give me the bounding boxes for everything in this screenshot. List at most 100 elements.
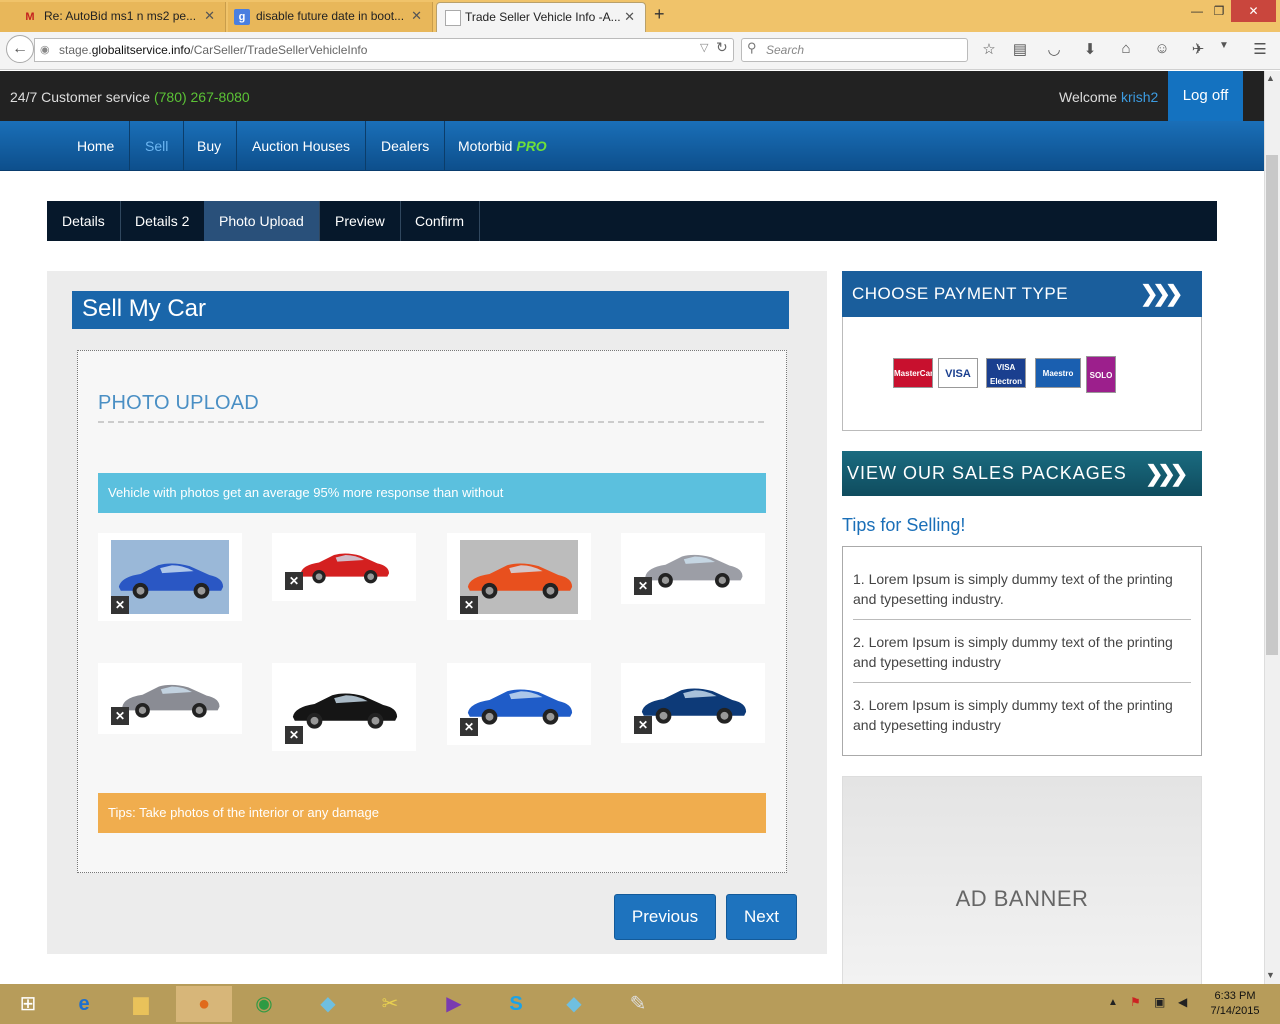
dropdown-icon[interactable]: ▼ xyxy=(1212,40,1236,60)
ad-banner[interactable] xyxy=(842,776,1202,986)
close-icon[interactable]: ✕ xyxy=(204,2,215,30)
scroll-down-icon[interactable]: ▼ xyxy=(1266,970,1275,980)
extension-icon[interactable]: ✈ xyxy=(1186,40,1210,60)
photo-card[interactable]: ✕ xyxy=(272,533,416,601)
tab-active[interactable]: Trade Seller Vehicle Info -A... ✕ xyxy=(436,2,646,32)
delete-photo-icon[interactable]: ✕ xyxy=(111,596,129,614)
motorbid-label: Motorbid xyxy=(458,138,513,154)
tab-google[interactable]: g disable future date in boot... ✕ xyxy=(228,2,433,32)
scrollbar-thumb[interactable] xyxy=(1266,155,1278,655)
step-photo-upload[interactable]: Photo Upload xyxy=(204,201,320,241)
welcome-text: Welcome krish2 xyxy=(1059,89,1158,105)
flag-icon[interactable]: ⚑ xyxy=(1130,995,1141,1009)
tray-arrow-icon[interactable]: ▲ xyxy=(1108,997,1118,1008)
step-details-2[interactable]: Details 2 xyxy=(120,201,206,241)
tips-title: Tips for Selling! xyxy=(842,515,966,535)
chat-icon[interactable]: ☺ xyxy=(1150,40,1174,60)
section-title: PHOTO UPLOAD xyxy=(98,392,259,414)
tip-item: 1. Lorem Ipsum is simply dummy text of t… xyxy=(853,571,1173,607)
divider xyxy=(853,682,1191,683)
system-clock[interactable]: 6:33 PM 7/14/2015 xyxy=(1200,989,1270,1019)
url-domain: globalitservice.info xyxy=(91,43,191,57)
search-input[interactable]: Search xyxy=(741,38,968,62)
tab-gmail[interactable]: M Re: AutoBid ms1 n ms2 pe... ✕ xyxy=(0,2,226,32)
gmail-icon: M xyxy=(25,11,35,23)
phone-number[interactable]: (780) 267-8080 xyxy=(154,89,250,105)
photo-card[interactable]: ✕ xyxy=(447,663,591,745)
photo-card[interactable]: ✕ xyxy=(98,663,242,734)
photo-card[interactable]: ✕ xyxy=(621,533,765,604)
packages-title: VIEW OUR SALES PACKAGES xyxy=(847,463,1127,483)
nav-dealers[interactable]: Dealers xyxy=(366,121,446,171)
network-icon[interactable]: ▣ xyxy=(1154,995,1165,1009)
scroll-up-icon[interactable]: ▲ xyxy=(1266,73,1275,83)
username-link[interactable]: krish2 xyxy=(1121,89,1158,105)
delete-photo-icon[interactable]: ✕ xyxy=(634,577,652,595)
photo-card[interactable]: ✕ xyxy=(621,663,765,743)
reload-icon[interactable]: ↻ xyxy=(716,39,728,56)
back-button[interactable]: ← xyxy=(6,35,34,63)
chevron-right-icon: ❯❯❯ xyxy=(1140,281,1183,306)
clock-time: 6:33 PM xyxy=(1214,990,1256,1002)
nav-sell[interactable]: Sell xyxy=(130,121,185,171)
delete-photo-icon[interactable]: ✕ xyxy=(285,572,303,590)
delete-photo-icon[interactable]: ✕ xyxy=(460,718,478,736)
photo-card[interactable]: ✕ xyxy=(447,533,591,620)
home-icon[interactable]: ⌂ xyxy=(1114,40,1138,60)
search-icon: ⚲ xyxy=(747,40,757,55)
tab-label: Re: AutoBid ms1 n ms2 pe... xyxy=(44,9,197,23)
delete-photo-icon[interactable]: ✕ xyxy=(285,726,303,744)
sales-packages-header[interactable]: VIEW OUR SALES PACKAGES ❯❯❯ xyxy=(842,451,1202,496)
payment-header[interactable]: CHOOSE PAYMENT TYPE ❯❯❯ xyxy=(842,271,1202,317)
firefox-icon[interactable]: ● xyxy=(176,986,232,1022)
reading-list-icon[interactable]: ▤ xyxy=(1008,40,1032,60)
chevron-down-icon[interactable]: ▽ xyxy=(700,41,708,54)
url-prefix: stage. xyxy=(59,43,92,57)
step-details[interactable]: Details xyxy=(47,201,121,241)
skype-icon[interactable]: S xyxy=(488,986,544,1022)
window-close-button[interactable]: ✕ xyxy=(1231,0,1276,22)
tip-item: 2. Lorem Ipsum is simply dummy text of t… xyxy=(853,634,1173,670)
visual-studio-icon[interactable]: ▶ xyxy=(426,986,482,1022)
url-bar[interactable]: stage.globalitservice.info/CarSeller/Tra… xyxy=(34,38,734,62)
chrome-icon[interactable]: ◉ xyxy=(236,986,292,1022)
nav-auction-houses[interactable]: Auction Houses xyxy=(237,121,367,171)
delete-photo-icon[interactable]: ✕ xyxy=(460,596,478,614)
download-icon[interactable]: ⬇ xyxy=(1078,40,1102,60)
delete-photo-icon[interactable]: ✕ xyxy=(634,716,652,734)
step-confirm[interactable]: Confirm xyxy=(400,201,481,241)
notepad-icon[interactable]: ◆ xyxy=(546,986,602,1022)
info-alert: Vehicle with photos get an average 95% m… xyxy=(98,473,766,513)
file-explorer-icon[interactable]: ▆ xyxy=(113,986,169,1022)
next-button[interactable]: Next xyxy=(726,894,797,940)
new-tab-button[interactable]: + xyxy=(654,4,665,25)
menu-icon[interactable]: ☰ xyxy=(1248,40,1272,60)
pocket-icon[interactable]: ◡ xyxy=(1042,40,1066,60)
notes-icon[interactable]: ◆ xyxy=(300,986,356,1022)
google-icon: g xyxy=(234,9,250,25)
photo-card[interactable]: ✕ xyxy=(272,663,416,751)
bookmark-star-icon[interactable]: ☆ xyxy=(977,40,1001,60)
nav-home[interactable]: Home xyxy=(62,121,131,171)
divider xyxy=(98,421,764,423)
ad-banner-label: AD BANNER xyxy=(955,886,1089,911)
logoff-button[interactable]: Log off xyxy=(1168,71,1243,121)
ie-icon[interactable]: e xyxy=(56,986,112,1022)
tools-icon[interactable]: ✂ xyxy=(362,986,418,1022)
close-icon[interactable]: ✕ xyxy=(411,2,422,30)
pro-label: PRO xyxy=(516,138,547,154)
previous-button[interactable]: Previous xyxy=(614,894,716,940)
windows-start-icon[interactable]: ⊞ xyxy=(0,986,56,1022)
paint-icon[interactable]: ✎ xyxy=(610,986,666,1022)
volume-icon[interactable]: ◀ xyxy=(1178,995,1187,1009)
nav-buy[interactable]: Buy xyxy=(182,121,238,171)
page-icon xyxy=(445,10,461,26)
delete-photo-icon[interactable]: ✕ xyxy=(111,707,129,725)
tab-label: Trade Seller Vehicle Info -A... xyxy=(465,10,621,24)
customer-service-label: 24/7 Customer service xyxy=(10,89,151,105)
nav-motorbid-pro[interactable]: Motorbid PRO xyxy=(443,121,562,171)
divider xyxy=(853,619,1191,620)
close-icon[interactable]: ✕ xyxy=(624,3,635,31)
photo-card[interactable]: ✕ xyxy=(98,533,242,621)
step-preview[interactable]: Preview xyxy=(320,201,401,241)
